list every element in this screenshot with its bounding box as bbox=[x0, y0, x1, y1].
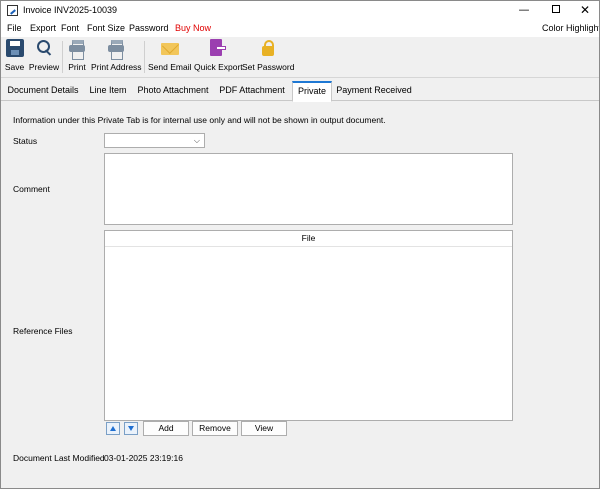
menu-font[interactable]: Font bbox=[61, 23, 79, 33]
quick-export-label: Quick Export bbox=[194, 62, 243, 72]
tab-photo-attachment[interactable]: Photo Attachment bbox=[134, 82, 212, 101]
tab-private[interactable]: Private bbox=[292, 81, 332, 102]
set-password-button[interactable]: Set Password bbox=[242, 39, 294, 75]
preview-button[interactable]: Preview bbox=[28, 39, 60, 75]
set-password-label: Set Password bbox=[242, 62, 295, 72]
send-email-label: Send Email bbox=[148, 62, 192, 72]
printer-icon bbox=[68, 39, 86, 60]
file-column-header[interactable]: File bbox=[105, 231, 512, 247]
menu-file[interactable]: File bbox=[7, 23, 22, 33]
remove-file-button[interactable]: Remove bbox=[192, 421, 238, 436]
save-label: Save bbox=[4, 62, 25, 72]
reference-files-label: Reference Files bbox=[13, 326, 73, 336]
tab-bar: Document Details Line Item Photo Attachm… bbox=[1, 78, 599, 102]
print-address-button[interactable]: Print Address bbox=[91, 39, 142, 75]
arrow-down-icon bbox=[128, 426, 134, 431]
printer-icon bbox=[107, 39, 125, 60]
title-bar: Invoice INV2025-10039 — ✕ bbox=[1, 1, 599, 20]
app-icon bbox=[7, 5, 18, 16]
export-icon bbox=[208, 39, 226, 57]
lock-icon bbox=[259, 39, 277, 57]
preview-icon bbox=[35, 39, 53, 57]
invoice-window: Invoice INV2025-10039 — ✕ File Export Fo… bbox=[0, 0, 600, 489]
print-address-label: Print Address bbox=[91, 62, 142, 72]
menu-buy-now[interactable]: Buy Now bbox=[175, 23, 211, 33]
tab-pdf-attachment[interactable]: PDF Attachment bbox=[215, 82, 289, 101]
print-button[interactable]: Print bbox=[66, 39, 88, 75]
save-button[interactable]: Save bbox=[4, 39, 25, 75]
menu-font-size[interactable]: Font Size bbox=[87, 23, 125, 33]
private-info-text: Information under this Private Tab is fo… bbox=[13, 115, 386, 125]
save-icon bbox=[5, 39, 24, 57]
reference-files-table[interactable]: File bbox=[104, 230, 513, 421]
comment-textarea[interactable] bbox=[104, 153, 513, 225]
print-label: Print bbox=[68, 62, 86, 72]
status-select[interactable]: ⌵ bbox=[104, 133, 205, 148]
last-modified-label: Document Last Modified bbox=[13, 453, 105, 463]
last-modified-value: 03-01-2025 23:19:16 bbox=[104, 453, 183, 463]
menu-bar: File Export Font Font Size Password Buy … bbox=[1, 20, 599, 37]
arrow-up-icon bbox=[110, 426, 116, 431]
maximize-button[interactable] bbox=[542, 1, 570, 20]
status-label: Status bbox=[13, 136, 38, 146]
send-email-button[interactable]: Send Email bbox=[148, 39, 191, 75]
move-up-button[interactable] bbox=[106, 422, 120, 435]
close-button[interactable]: ✕ bbox=[571, 1, 599, 20]
chevron-down-icon: ⌵ bbox=[193, 136, 200, 145]
menu-password[interactable]: Password bbox=[129, 23, 169, 33]
view-file-button[interactable]: View bbox=[241, 421, 287, 436]
menu-export[interactable]: Export bbox=[30, 23, 56, 33]
toolbar-divider bbox=[62, 41, 63, 73]
comment-label: Comment bbox=[13, 184, 50, 194]
color-highlight-toggle[interactable]: Color Highlight bbox=[542, 23, 599, 33]
window-title: Invoice INV2025-10039 bbox=[23, 5, 118, 15]
toolbar: Save Preview Print Print Address Send Em… bbox=[1, 37, 599, 78]
tab-line-item[interactable]: Line Item bbox=[85, 82, 131, 101]
move-down-button[interactable] bbox=[124, 422, 138, 435]
minimize-button[interactable]: — bbox=[510, 1, 538, 20]
add-file-button[interactable]: Add bbox=[143, 421, 189, 436]
private-tab-panel: Information under this Private Tab is fo… bbox=[1, 102, 599, 488]
quick-export-button[interactable]: Quick Export bbox=[194, 39, 243, 75]
maximize-icon bbox=[552, 5, 560, 13]
envelope-icon bbox=[160, 39, 179, 57]
tab-payment-received[interactable]: Payment Received bbox=[335, 82, 413, 101]
tab-document-details[interactable]: Document Details bbox=[5, 82, 81, 101]
toolbar-divider bbox=[144, 41, 145, 73]
preview-label: Preview bbox=[28, 62, 60, 72]
